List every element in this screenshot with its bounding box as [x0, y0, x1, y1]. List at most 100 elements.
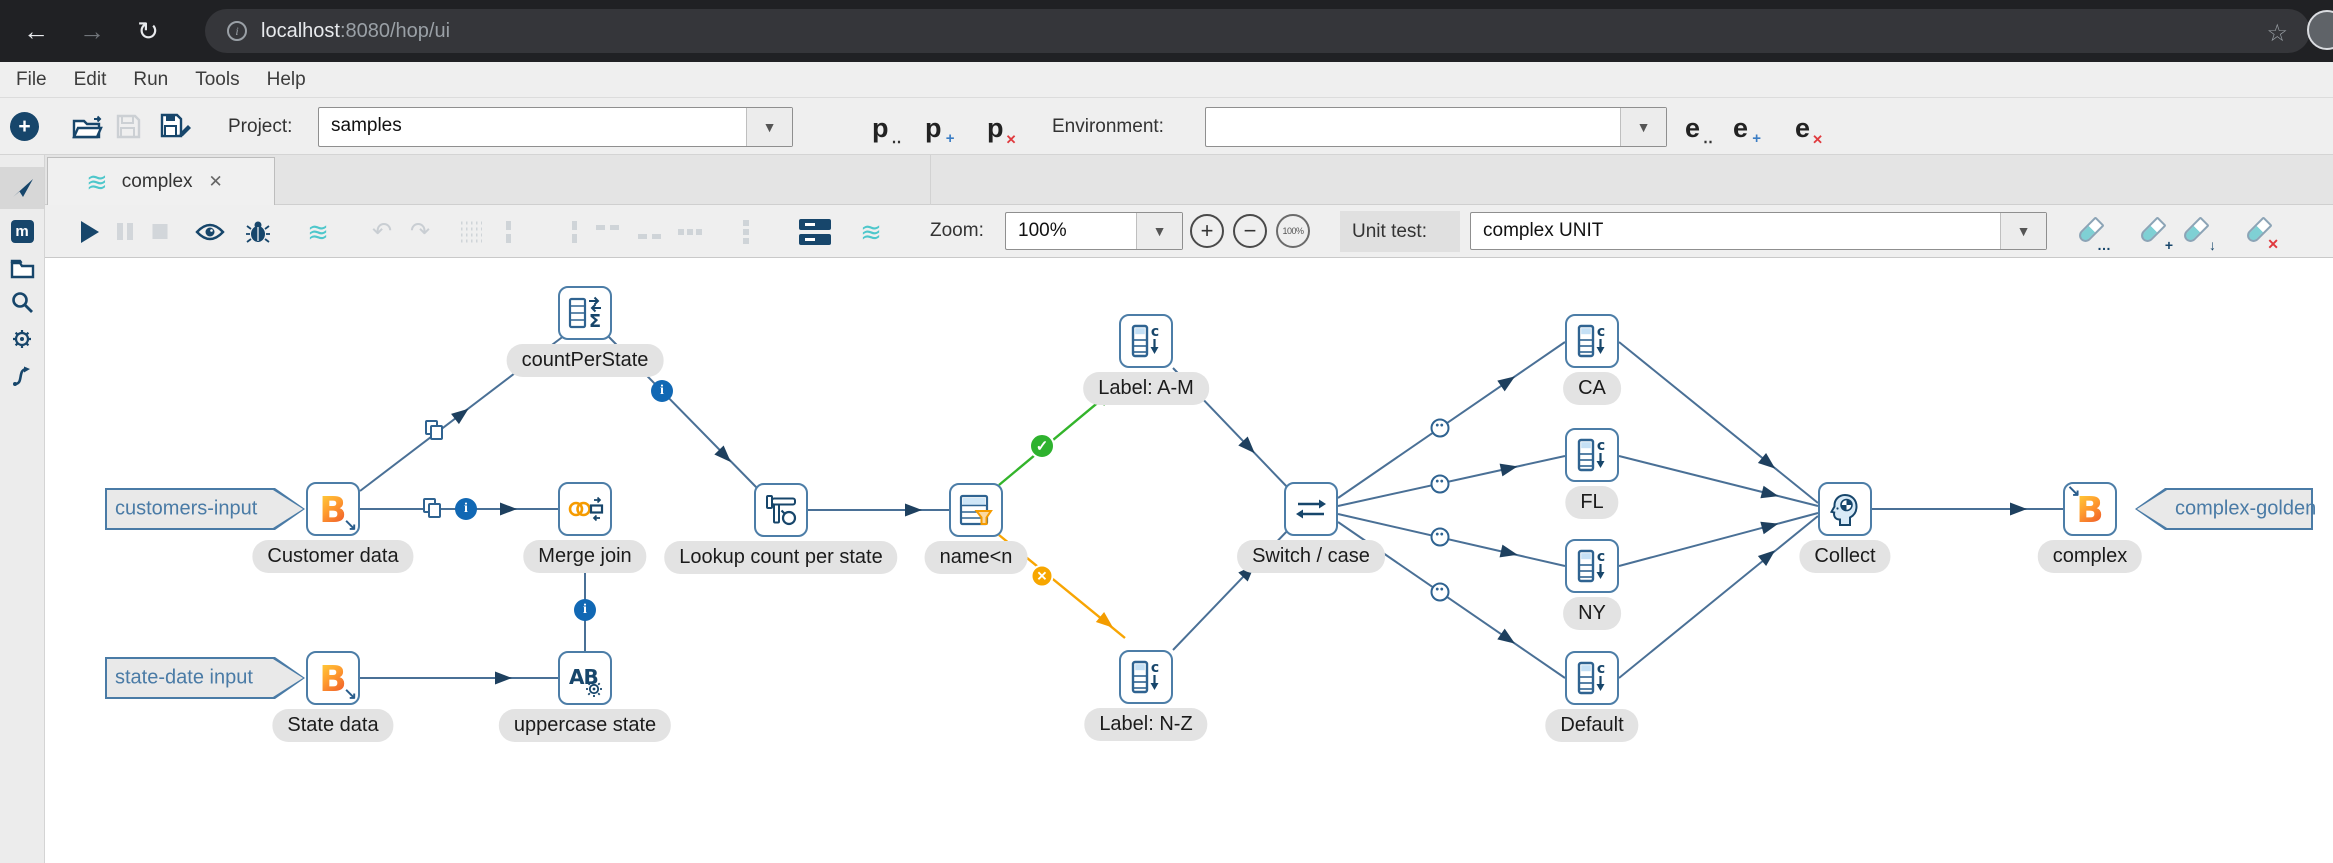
neo4j-perspective[interactable] [0, 355, 44, 397]
delete-unit-test-button[interactable]: ✕ [2240, 205, 2276, 258]
browser-address-bar[interactable]: i localhost:8080/hop/ui ☆ [205, 9, 2310, 53]
environment-label: Environment: [1052, 116, 1164, 138]
switch-target-badge[interactable]: •• [1431, 583, 1450, 602]
create-unit-test-button[interactable]: + [2134, 205, 2170, 258]
filter-false-badge[interactable]: ✕ [1031, 565, 1054, 588]
zoom-out-button[interactable]: − [1233, 214, 1267, 248]
add-constants-icon[interactable]: c [1119, 314, 1173, 368]
save-as-icon[interactable] [160, 113, 192, 140]
metadata-perspective[interactable]: m [0, 210, 44, 252]
filter-true-badge[interactable]: ✓ [1029, 433, 1055, 459]
zoom-in-button[interactable]: + [1190, 214, 1224, 248]
add-constants-icon[interactable]: c [1565, 651, 1619, 705]
switch-target-badge[interactable]: •• [1431, 528, 1450, 547]
grid-icon [460, 221, 482, 243]
site-info-icon[interactable]: i [227, 21, 247, 41]
add-constants-icon[interactable]: c [1565, 314, 1619, 368]
environment-combo-dropdown-icon[interactable]: ▼ [1620, 108, 1666, 146]
filter-rows-icon[interactable] [949, 483, 1003, 537]
copy-rows-badge[interactable] [425, 420, 445, 442]
url-host: localhost [261, 20, 340, 42]
open-file-icon[interactable] [72, 113, 104, 140]
url-path: :8080/hop/ui [340, 20, 450, 42]
tab-complex[interactable]: ≋ complex ✕ [47, 157, 275, 205]
project-combo[interactable]: samples ▼ [318, 107, 793, 147]
data-orchestration-perspective[interactable] [0, 167, 44, 209]
browser-reload-icon[interactable]: ↻ [126, 0, 170, 62]
memory-group-by-icon[interactable]: Σ [558, 286, 612, 340]
bookmark-star-icon[interactable]: ☆ [2266, 19, 2288, 48]
edit-unit-test-button[interactable]: … [2072, 205, 2108, 258]
menu-edit[interactable]: Edit [74, 69, 107, 91]
search-perspective[interactable] [0, 281, 44, 323]
hop-logo-icon[interactable]: B ↘ [306, 651, 360, 705]
check-pipeline-button[interactable]: ≋ [307, 205, 329, 258]
url-text[interactable]: localhost:8080/hop/ui [261, 20, 450, 43]
s-curve-icon [10, 364, 34, 388]
zoom-combo-dropdown-icon[interactable]: ▼ [1136, 213, 1182, 249]
transform-label: Collect [1799, 540, 1890, 573]
merge-join-icon[interactable] [558, 482, 612, 536]
switch-case-icon[interactable] [1284, 482, 1338, 536]
project-edit-icon[interactable]: p‥ [872, 115, 889, 142]
unit-test-label-badge: Unit test: [1340, 211, 1460, 252]
info-badge[interactable]: i [574, 599, 596, 621]
pause-button-disabled [117, 205, 133, 258]
project-combo-dropdown-icon[interactable]: ▼ [746, 108, 792, 146]
detach-unit-test-button[interactable]: ↓ [2177, 205, 2213, 258]
environment-add-icon[interactable]: e+ [1733, 115, 1748, 142]
unit-test-combo-dropdown-icon[interactable]: ▼ [2000, 213, 2046, 249]
test-tube-edit-icon: … [2072, 214, 2108, 250]
browser-back-icon[interactable]: ← [14, 0, 58, 62]
collect-head-icon[interactable] [1818, 482, 1872, 536]
menu-help[interactable]: Help [267, 69, 306, 91]
add-constants-icon[interactable]: c [1565, 428, 1619, 482]
info-badge[interactable]: i [651, 380, 673, 402]
svg-text:c: c [1597, 438, 1605, 454]
switch-target-badge[interactable]: •• [1431, 419, 1450, 438]
stream-lookup-icon[interactable] [754, 483, 808, 537]
distribute-vertical-icon [741, 219, 751, 245]
gear-icon [10, 327, 34, 351]
environment-delete-icon[interactable]: e✕ [1795, 115, 1810, 142]
plugins-perspective[interactable] [0, 318, 44, 360]
transform-label: Customer data [252, 540, 413, 573]
execution-results-button[interactable] [798, 205, 832, 258]
run-pipeline-button[interactable] [81, 205, 99, 258]
hop-logo-icon[interactable]: B ↘ [306, 482, 360, 536]
environment-edit-icon[interactable]: e‥ [1685, 115, 1700, 142]
menu-bar: File Edit Run Tools Help [0, 62, 2333, 98]
menu-tools[interactable]: Tools [195, 69, 239, 91]
string-operations-icon[interactable]: AB [558, 651, 612, 705]
dataset-marker-state-date-input: state-date input [105, 657, 305, 699]
copy-rows-badge[interactable] [423, 498, 443, 520]
browser-profile-avatar[interactable] [2307, 10, 2333, 50]
info-badge[interactable]: i [455, 498, 477, 520]
preview-button[interactable] [195, 205, 225, 258]
environment-combo[interactable]: ▼ [1205, 107, 1667, 147]
pipeline-canvas[interactable]: customers-input state-date input complex… [45, 258, 2333, 863]
project-delete-icon[interactable]: p✕ [987, 115, 1004, 142]
menu-file[interactable]: File [16, 69, 47, 91]
svg-text:c: c [1597, 324, 1605, 340]
svg-text:B: B [319, 659, 346, 698]
new-file-button[interactable]: + [10, 112, 39, 141]
zoom-combo[interactable]: 100% ▼ [1005, 212, 1183, 250]
align-top-button-disabled [595, 205, 621, 258]
project-combo-value: samples [319, 108, 746, 146]
add-constants-icon[interactable]: c [1119, 650, 1173, 704]
svg-text:c: c [1151, 660, 1159, 676]
transform-label: State data [272, 709, 393, 742]
pipeline-metrics-button[interactable]: ≋ [860, 205, 882, 258]
unit-test-combo[interactable]: complex UNIT ▼ [1470, 212, 2047, 250]
debug-button[interactable] [246, 205, 270, 258]
test-tube-add-icon: + [2134, 214, 2170, 250]
hop-logo-icon[interactable]: B ↘ [2063, 482, 2117, 536]
zoom-reset-button[interactable]: 100% [1276, 214, 1310, 248]
menu-run[interactable]: Run [133, 69, 168, 91]
switch-target-badge[interactable]: •• [1431, 475, 1450, 494]
tab-close-icon[interactable]: ✕ [209, 172, 223, 192]
add-constants-icon[interactable]: c [1565, 539, 1619, 593]
browser-forward-icon[interactable]: → [70, 0, 114, 62]
project-add-icon[interactable]: p+ [925, 115, 942, 142]
